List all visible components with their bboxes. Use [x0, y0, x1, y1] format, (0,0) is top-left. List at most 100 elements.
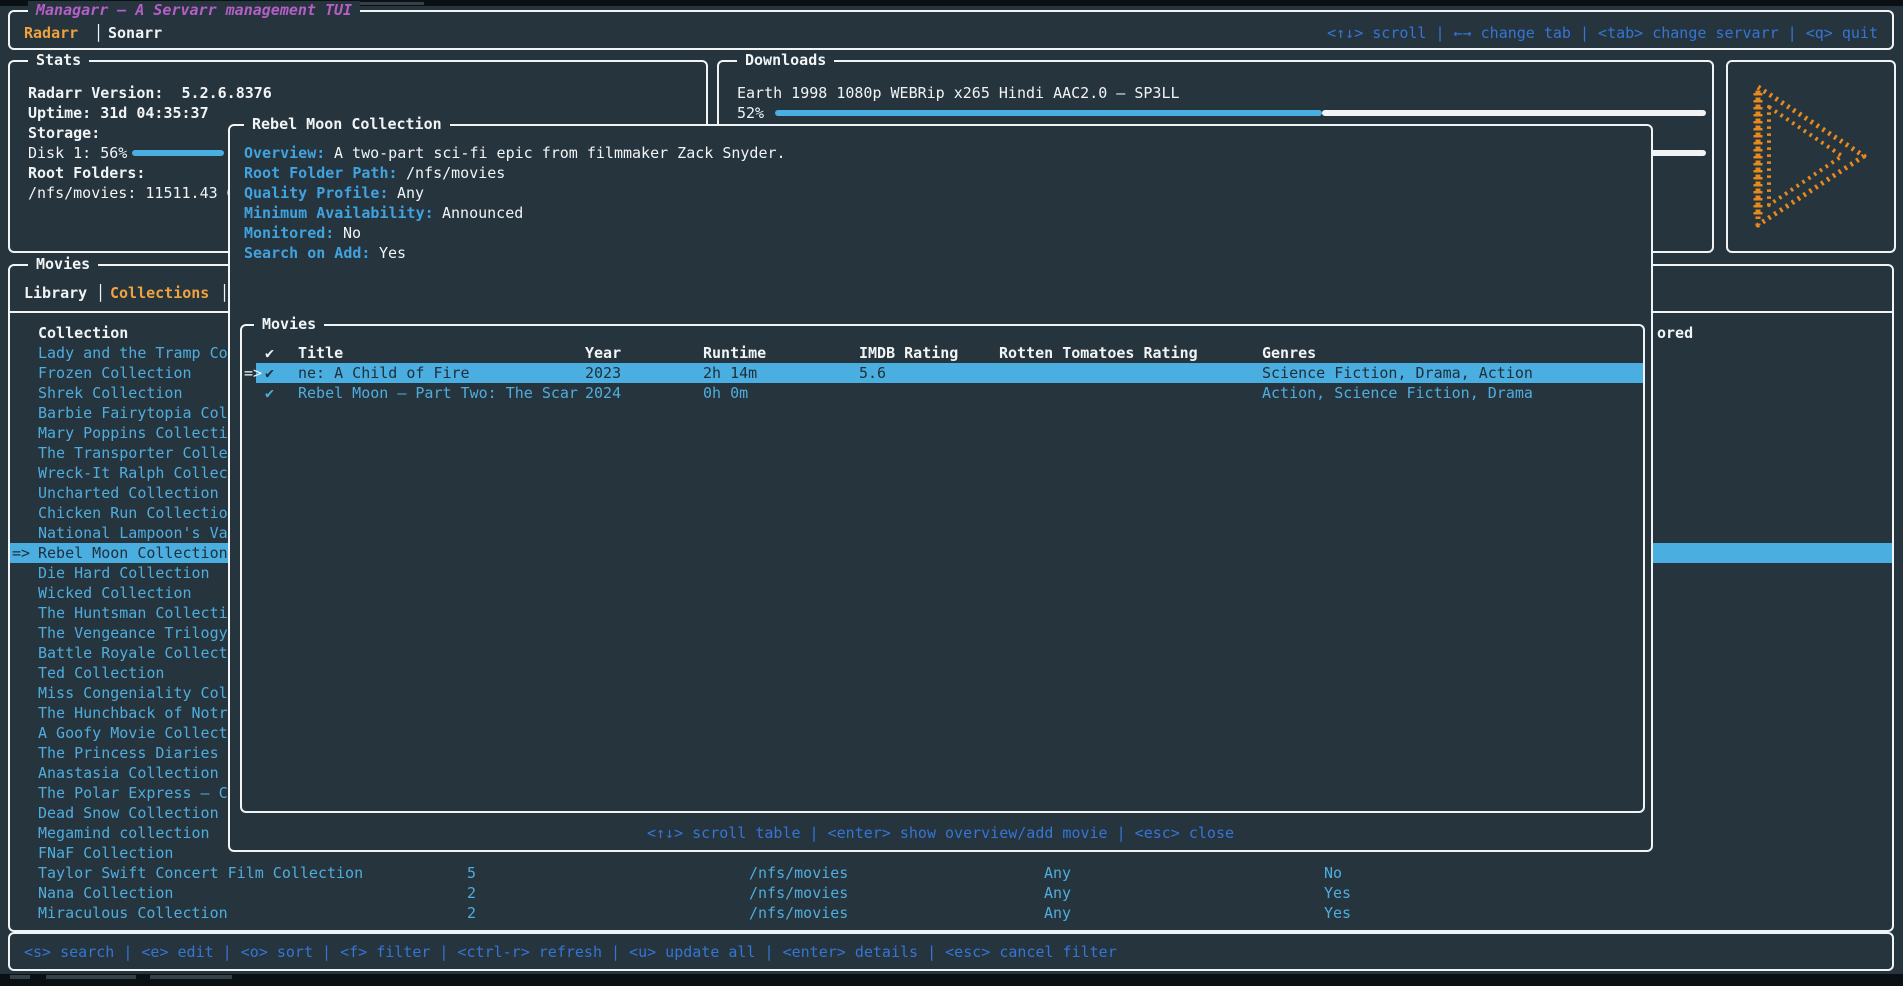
collection-row[interactable]: Taylor Swift Concert Film Collection5/nf…	[10, 863, 1892, 883]
modal-field-value: Announced	[442, 203, 523, 223]
collection-monitored: Yes	[1324, 903, 1351, 923]
modal-field-label: Root Folder Path:	[244, 163, 398, 183]
collection-name: The Polar Express – C	[38, 783, 228, 803]
modal-field-value: Yes	[379, 243, 406, 263]
collection-name: Frozen Collection	[38, 363, 192, 383]
collection-name: FNaF Collection	[38, 843, 173, 863]
modal-movie-row[interactable]: =>✔ne: A Child of Fire20232h 14m5.6Scien…	[242, 363, 1643, 383]
collection-name: The Vengeance Trilogy	[38, 623, 228, 643]
col-year: Year	[585, 343, 621, 363]
disk-usage: Disk 1: 56%	[28, 143, 127, 163]
download-percent: 52%	[737, 103, 764, 123]
selected-row-arrow: =>	[12, 543, 30, 563]
collections-header: Collection	[38, 323, 128, 343]
top-bar: Managarr – A Servarr management TUI Rada…	[8, 10, 1894, 50]
radarr-version: Radarr Version: 5.2.6.8376	[28, 83, 272, 103]
play-logo-icon	[1744, 75, 1878, 237]
selected-movie-arrow: =>	[244, 363, 262, 383]
downloads-panel-title: Downloads	[737, 51, 834, 69]
collection-root_folder: /nfs/movies	[749, 863, 848, 883]
download-item-name: Earth 1998 1080p WEBRip x265 Hindi AAC2.…	[737, 83, 1180, 103]
modal-field-label: Quality Profile:	[244, 183, 389, 203]
collection-quality_profile: Any	[1044, 883, 1071, 903]
root-folder-size: /nfs/movies: 11511.43 GB	[28, 183, 245, 203]
modal-field-label: Search on Add:	[244, 243, 370, 263]
col-genres: Genres	[1262, 343, 1316, 363]
uptime: Uptime: 31d 04:35:37	[28, 103, 209, 123]
collection-name: National Lampoon's Va	[38, 523, 228, 543]
col-imdb: IMDB Rating	[859, 343, 958, 363]
tab-radarr[interactable]: Radarr	[24, 23, 78, 43]
collection-monitored: No	[1324, 863, 1342, 883]
tab-sonarr[interactable]: Sonarr	[108, 23, 162, 43]
collection-name: Anastasia Collection	[38, 763, 219, 783]
storage-label: Storage:	[28, 123, 100, 143]
modal-field: Monitored: No	[230, 223, 1651, 243]
collection-monitored: Yes	[1324, 883, 1351, 903]
col-title: Title	[298, 343, 343, 363]
modal-field-value: No	[343, 223, 361, 243]
movie-genres: Action, Science Fiction, Drama	[1262, 383, 1533, 403]
movie-title: Rebel Moon – Part Two: The Scar	[298, 383, 578, 403]
modal-movies-table: Movies ✔ Title Year Runtime IMDB Rating …	[240, 324, 1645, 813]
collection-movies: 5	[467, 863, 476, 883]
collection-name: Miss Congeniality Col	[38, 683, 228, 703]
movie-check: ✔	[265, 383, 274, 403]
col-monitored-check: ✔	[265, 343, 274, 363]
collection-name: Battle Royale Collect	[38, 643, 228, 663]
movie-check: ✔	[265, 363, 274, 383]
modal-field: Search on Add: Yes	[230, 243, 1651, 263]
collection-name: The Transporter Colle	[38, 443, 228, 463]
movies-panel-title: Movies	[28, 255, 98, 273]
collection-name: The Huntsman Collecti	[38, 603, 228, 623]
managarr-screen: Managarr – A Servarr management TUI Rada…	[0, 0, 1903, 986]
collection-name: Chicken Run Collectio	[38, 503, 228, 523]
collection-name: The Princess Diaries	[38, 743, 219, 763]
collection-name: A Goofy Movie Collect	[38, 723, 228, 743]
app-title: Managarr – A Servarr management TUI	[28, 1, 360, 19]
movie-runtime: 2h 14m	[703, 363, 757, 383]
movie-genres: Science Fiction, Drama, Action	[1262, 363, 1533, 383]
collection-name: Lady and the Tramp Co	[38, 343, 228, 363]
collection-row[interactable]: Nana Collection2/nfs/moviesAnyYes	[10, 883, 1892, 903]
modal-field-value: A two-part sci-fi epic from filmmaker Za…	[334, 143, 786, 163]
collection-name: Die Hard Collection	[38, 563, 210, 583]
collection-movies: 2	[467, 903, 476, 923]
collection-name: Wicked Collection	[38, 583, 192, 603]
modal-title: Rebel Moon Collection	[244, 115, 450, 133]
collection-name: Megamind collection	[38, 823, 210, 843]
global-keybinds: <↑↓> scroll | ←→ change tab | <tab> chan…	[1327, 23, 1878, 43]
collection-root_folder: /nfs/movies	[749, 883, 848, 903]
modal-keybinds: <↑↓> scroll table | <enter> show overvie…	[230, 823, 1651, 843]
footer-keybinds: <s> search | <e> edit | <o> sort | <f> f…	[24, 942, 1117, 962]
modal-table-header: ✔ Title Year Runtime IMDB Rating Rotten …	[242, 343, 1643, 363]
collection-name: Ted Collection	[38, 663, 164, 683]
collection-row[interactable]: Miraculous Collection2/nfs/moviesAnyYes	[10, 903, 1892, 923]
movie-year: 2023	[585, 363, 621, 383]
movies-tab-divider: │	[96, 283, 105, 303]
collection-quality_profile: Any	[1044, 863, 1071, 883]
movie-runtime: 0h 0m	[703, 383, 748, 403]
collection-name: Rebel Moon Collection	[38, 543, 228, 563]
tab-collections[interactable]: Collections	[110, 283, 209, 303]
collection-movies: 2	[467, 883, 476, 903]
collection-name: Uncharted Collection	[38, 483, 219, 503]
collection-name: Mary Poppins Collecti	[38, 423, 228, 443]
footer-bar: <s> search | <e> edit | <o> sort | <f> f…	[8, 932, 1894, 971]
tab-divider: │	[94, 23, 103, 43]
modal-field-label: Minimum Availability:	[244, 203, 434, 223]
collection-name: Wreck-It Ralph Collec	[38, 463, 228, 483]
movie-title: ne: A Child of Fire	[298, 363, 470, 383]
modal-field-label: Monitored:	[244, 223, 334, 243]
col-rt: Rotten Tomatoes Rating	[999, 343, 1198, 363]
modal-movie-row[interactable]: ✔Rebel Moon – Part Two: The Scar20240h 0…	[242, 383, 1643, 403]
root-folders-label: Root Folders:	[28, 163, 145, 183]
collection-details-modal: Rebel Moon Collection Overview:A two-par…	[228, 124, 1653, 852]
logo-panel	[1726, 60, 1896, 253]
disk-usage-bar	[132, 150, 224, 156]
stats-panel-title: Stats	[28, 51, 89, 69]
collection-quality_profile: Any	[1044, 903, 1071, 923]
modal-field: Overview:A two-part sci-fi epic from fil…	[230, 143, 1651, 163]
tab-library[interactable]: Library	[24, 283, 87, 303]
collection-name: Barbie Fairytopia Col	[38, 403, 228, 423]
